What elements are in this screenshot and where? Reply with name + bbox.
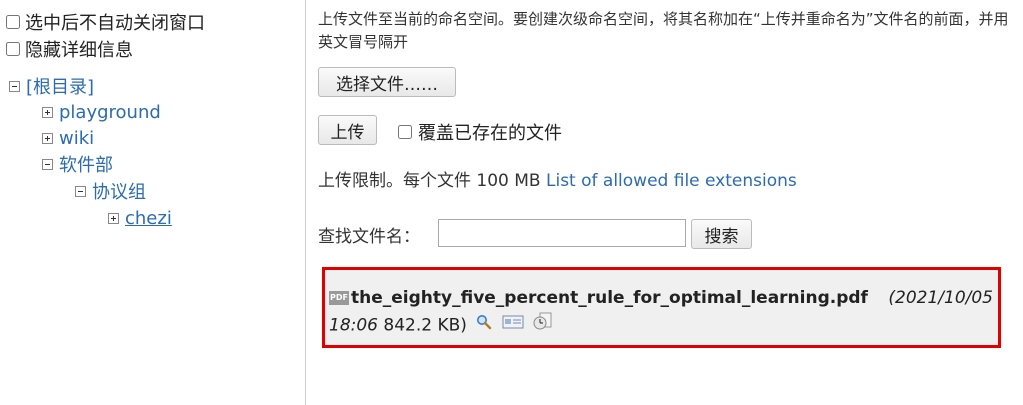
result-date-open: (2021/10/05: [888, 288, 993, 308]
collapse-icon[interactable]: [9, 80, 20, 92]
tree-item-software-dept: 软件部: [42, 152, 113, 176]
result-filename-link[interactable]: the_eighty_five_percent_rule_for_optimal…: [351, 288, 868, 308]
search-label: 查找文件名：: [318, 227, 420, 247]
overwrite-option[interactable]: 覆盖已存在的文件: [398, 119, 562, 145]
collapse-icon[interactable]: [75, 185, 86, 197]
result-date-start: 2021/10/05: [895, 288, 993, 308]
keep-window-checkbox[interactable]: [6, 15, 20, 29]
result-line-2: 18:06 842.2 KB): [329, 312, 993, 340]
tree-item-chezi: chezi: [108, 206, 172, 230]
pdf-file-icon: PDF: [329, 291, 349, 305]
hide-details-label: 隐藏详细信息: [25, 40, 133, 61]
upload-panel: 上传文件至当前的命名空间。要创建次级命名空间，将其名称加在“上传并重命名为”文件…: [306, 0, 1023, 405]
keep-window-option[interactable]: 选中后不自动关闭窗口: [6, 10, 205, 34]
tree-link-protocol-group[interactable]: 协议组: [92, 178, 146, 204]
hide-details-option[interactable]: 隐藏详细信息: [6, 37, 133, 61]
result-line-1: PDF the_eighty_five_percent_rule_for_opti…: [329, 285, 993, 312]
file-history-icon[interactable]: [533, 312, 553, 339]
tree-item-playground: playground: [42, 100, 161, 124]
hide-details-checkbox[interactable]: [6, 42, 20, 56]
expand-icon[interactable]: [42, 106, 53, 118]
tree-root-link[interactable]: [根目录]: [26, 73, 94, 99]
upload-limit: 上传限制。每个文件 100 MB List of allowed file ex…: [318, 166, 797, 191]
search-result-highlight: PDF the_eighty_five_percent_rule_for_opti…: [322, 267, 1001, 348]
result-item: PDF the_eighty_five_percent_rule_for_opti…: [329, 285, 993, 340]
search-button[interactable]: 搜索: [691, 219, 752, 249]
tree-link-chezi[interactable]: chezi: [125, 208, 172, 229]
insert-link-icon[interactable]: [502, 312, 524, 339]
upload-limit-text: 上传限制。每个文件 100 MB: [318, 171, 541, 191]
result-date: 18:06: [329, 315, 378, 336]
keep-window-label: 选中后不自动关闭窗口: [25, 13, 205, 34]
tree-root: [根目录]: [9, 74, 94, 98]
tree-link-playground[interactable]: playground: [59, 102, 161, 123]
media-sidebar: 选中后不自动关闭窗口 隐藏详细信息 [根目录] playground wiki …: [0, 0, 306, 405]
expand-icon[interactable]: [42, 132, 53, 144]
overwrite-label: 覆盖已存在的文件: [418, 123, 562, 144]
magnifier-icon[interactable]: [476, 312, 492, 339]
upload-button[interactable]: 上传: [318, 115, 377, 145]
result-size: 842.2 KB: [383, 315, 461, 336]
search-input[interactable]: [438, 219, 686, 247]
upload-description: 上传文件至当前的命名空间。要创建次级命名空间，将其名称加在“上传并重命名为”文件…: [318, 10, 1009, 51]
allowed-extensions-link[interactable]: List of allowed file extensions: [546, 171, 797, 191]
choose-file-button[interactable]: 选择文件……: [318, 67, 456, 97]
overwrite-checkbox[interactable]: [398, 125, 412, 139]
tree-item-protocol-group: 协议组: [75, 179, 146, 203]
expand-icon[interactable]: [108, 212, 119, 224]
tree-link-wiki[interactable]: wiki: [59, 128, 94, 149]
tree-item-wiki: wiki: [42, 126, 94, 150]
collapse-icon[interactable]: [42, 158, 53, 170]
tree-link-software-dept[interactable]: 软件部: [59, 151, 113, 177]
